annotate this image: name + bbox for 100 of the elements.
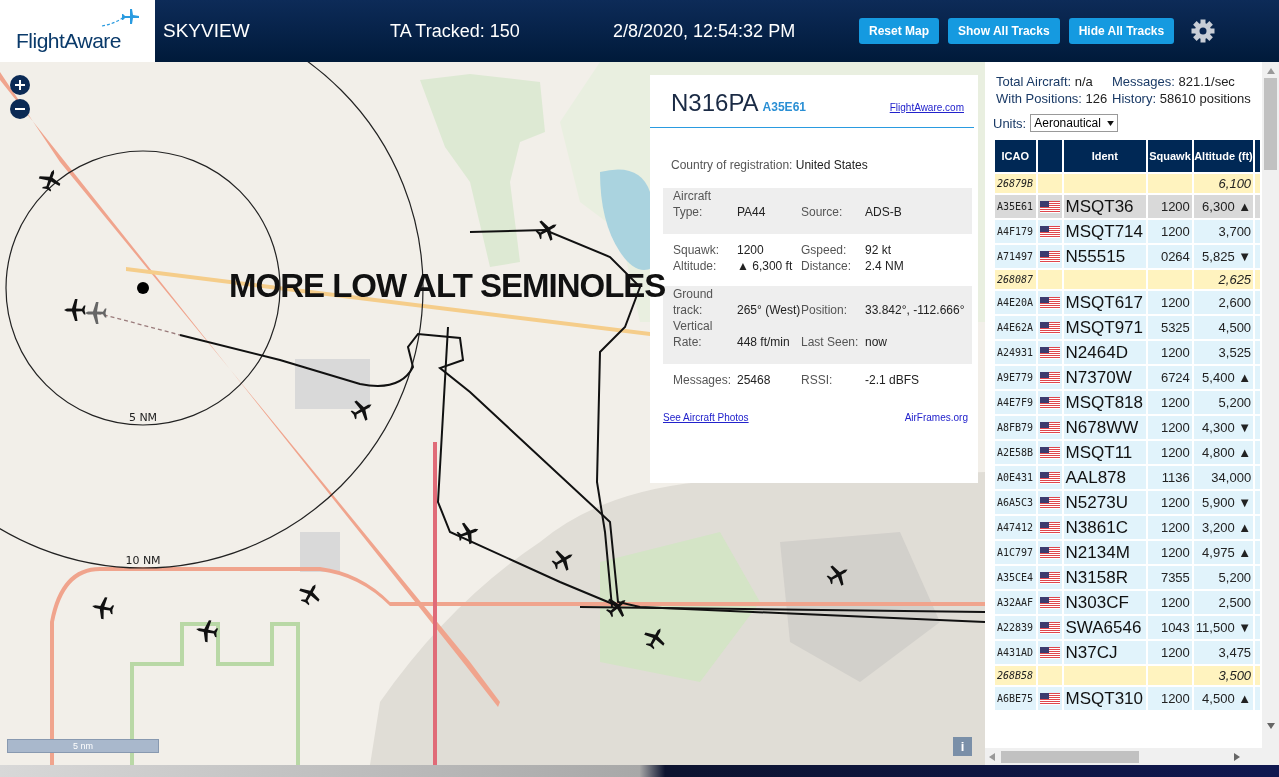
- plane-icon[interactable]: [196, 620, 219, 643]
- table-cell: 5,200: [1193, 566, 1254, 589]
- field-value: United States: [794, 158, 868, 172]
- field-label: Distance:: [801, 258, 853, 274]
- stat-value: n/a: [1073, 74, 1093, 89]
- app-title: SKYVIEW: [163, 20, 251, 42]
- table-cell: N5273U: [1063, 491, 1147, 514]
- plane-icon[interactable]: [606, 598, 626, 618]
- table-cell: 2,625: [1193, 270, 1254, 289]
- table-row[interactable]: A35CE4 N3158R 7355 5,200: [995, 566, 1260, 589]
- airframes-link[interactable]: AirFrames.org: [904, 412, 968, 423]
- plane-icon[interactable]: [299, 584, 320, 606]
- table-cell: 11,500 ▼: [1193, 616, 1254, 639]
- table-cell: A47412: [995, 516, 1036, 539]
- flag-icon: [1039, 346, 1060, 359]
- plane-icon[interactable]: [456, 522, 479, 545]
- column-header[interactable]: ICAO: [995, 140, 1036, 172]
- table-cell: 6,300 ▲: [1193, 195, 1254, 218]
- table-row[interactable]: A431AD N37CJ 1200 3,475: [995, 641, 1260, 664]
- table-cell: A4E20A: [995, 291, 1036, 314]
- table-row[interactable]: A4F179 MSQT714 1200 3,700: [995, 220, 1260, 243]
- plane-icon[interactable]: [551, 550, 573, 571]
- table-row[interactable]: A9E779 N7370W 6724 5,400 ▲: [995, 366, 1260, 389]
- table-cell: N37CJ: [1063, 641, 1147, 664]
- stat-label: Total Aircraft:: [996, 74, 1072, 89]
- column-header[interactable]: [1037, 140, 1062, 172]
- scroll-thumb[interactable]: [1264, 78, 1277, 170]
- photos-link[interactable]: See Aircraft Photos: [663, 412, 749, 423]
- plane-icon[interactable]: [64, 299, 86, 321]
- table-cell: 1200: [1148, 591, 1192, 614]
- plane-icon[interactable]: [826, 565, 848, 586]
- plane-icon[interactable]: [92, 597, 115, 620]
- table-cell: A22839: [995, 616, 1036, 639]
- table-row[interactable]: A47412 N3861C 1200 3,200 ▲: [995, 516, 1260, 539]
- table-row[interactable]: A35E61 MSQT36 1200 6,300 ▲: [995, 195, 1260, 218]
- plane-icon[interactable]: [644, 628, 665, 650]
- field-label: Messages:: [673, 372, 733, 388]
- table-cell: MSQT11: [1063, 441, 1147, 464]
- field-label: Gspeed:: [801, 242, 848, 258]
- table-cell: 4,975 ▲: [1193, 541, 1254, 564]
- table-row[interactable]: 26879B 6,100: [995, 174, 1260, 193]
- table-cell: AAL878: [1063, 466, 1147, 489]
- table-row[interactable]: A4E62A MSQT971 5325 4,500: [995, 316, 1260, 339]
- settings-icon[interactable]: [1191, 19, 1216, 43]
- table-row[interactable]: A6A5C3 N5273U 1200 5,900 ▼: [995, 491, 1260, 514]
- table-cell: MSQT310: [1063, 687, 1147, 710]
- table-row[interactable]: A8FB79 N678WW 1200 4,300 ▼: [995, 416, 1260, 439]
- field-label: Squawk:: [673, 242, 721, 258]
- stat-label: History:: [1112, 91, 1157, 106]
- table-cell: MSQT971: [1063, 316, 1147, 339]
- table-row[interactable]: 268087 2,625: [995, 270, 1260, 289]
- table-cell: SWA6546: [1063, 616, 1147, 639]
- table-row[interactable]: A4E7F9 MSQT818 1200 5,200: [995, 391, 1260, 414]
- field-value: 33.842°, -112.666°: [865, 302, 966, 318]
- plane-icon[interactable]: [350, 400, 372, 421]
- right-arrow-icon[interactable]: [1234, 752, 1240, 761]
- receiver-dot: [137, 282, 149, 294]
- table-cell: 1200: [1148, 441, 1192, 464]
- range-label: 10 NM: [125, 554, 161, 567]
- table-cell: 5,200: [1193, 391, 1254, 414]
- table-row[interactable]: A0E431 AAL878 1136 34,000: [995, 466, 1260, 489]
- field-value: ▲ 6,300 ft: [737, 258, 794, 274]
- hex-code: A35E61: [762, 100, 807, 114]
- table-row[interactable]: A24931 N2464D 1200 3,525: [995, 341, 1260, 364]
- plane-icon[interactable]: [38, 169, 61, 192]
- flag-icon: [1039, 371, 1060, 384]
- table-row[interactable]: A2E58B MSQT11 1200 4,800 ▲: [995, 441, 1260, 464]
- table-cell: 1043: [1148, 616, 1192, 639]
- field-label: Aircraft Type:: [673, 188, 712, 220]
- scrollbar[interactable]: [1262, 62, 1279, 765]
- down-arrow-icon[interactable]: [1266, 723, 1275, 729]
- table-row[interactable]: 268B58 3,500: [995, 666, 1260, 685]
- table-cell: 4,300 ▼: [1193, 416, 1254, 439]
- table-cell: MSQT818: [1063, 391, 1147, 414]
- column-header[interactable]: Altitude (ft): [1193, 140, 1254, 172]
- date-time: 2/8/2020, 12:54:32 PM: [613, 20, 797, 42]
- table-cell: A6A5C3: [995, 491, 1036, 514]
- scrollbar[interactable]: [985, 748, 1262, 765]
- table-row[interactable]: A71497 N55515 0264 5,825 ▼: [995, 245, 1260, 268]
- table-row[interactable]: A6BE75 MSQT310 1200 4,500 ▲: [995, 687, 1260, 710]
- column-header[interactable]: Ident: [1063, 140, 1147, 172]
- table-row[interactable]: A4E20A MSQT617 1200 2,600: [995, 291, 1260, 314]
- flag-icon: [1039, 421, 1060, 434]
- stat-value: 821.1/sec: [1177, 74, 1235, 89]
- table-row[interactable]: A32AAF N303CF 1200 2,500: [995, 591, 1260, 614]
- table-cell: 1200: [1148, 516, 1192, 539]
- column-header[interactable]: Squawk: [1148, 140, 1192, 172]
- table-cell: N7370W: [1063, 366, 1147, 389]
- plane-icon[interactable]: [535, 220, 557, 241]
- table-row[interactable]: A1C797 N2134M 1200 4,975 ▲: [995, 541, 1260, 564]
- flag-icon: [1039, 471, 1060, 484]
- scroll-thumb[interactable]: [1001, 750, 1139, 763]
- flag-icon: [1039, 521, 1060, 534]
- flag-icon: [1039, 250, 1060, 263]
- units-dropdown[interactable]: Aeronautical: [1030, 114, 1118, 132]
- table-cell: 1200: [1148, 391, 1192, 414]
- flightaware-link[interactable]: FlightAware.com: [889, 102, 964, 113]
- stat-label: With Positions:: [996, 91, 1082, 106]
- table-cell: 5,400 ▲: [1193, 366, 1254, 389]
- table-row[interactable]: A22839 SWA6546 1043 11,500 ▼: [995, 616, 1260, 639]
